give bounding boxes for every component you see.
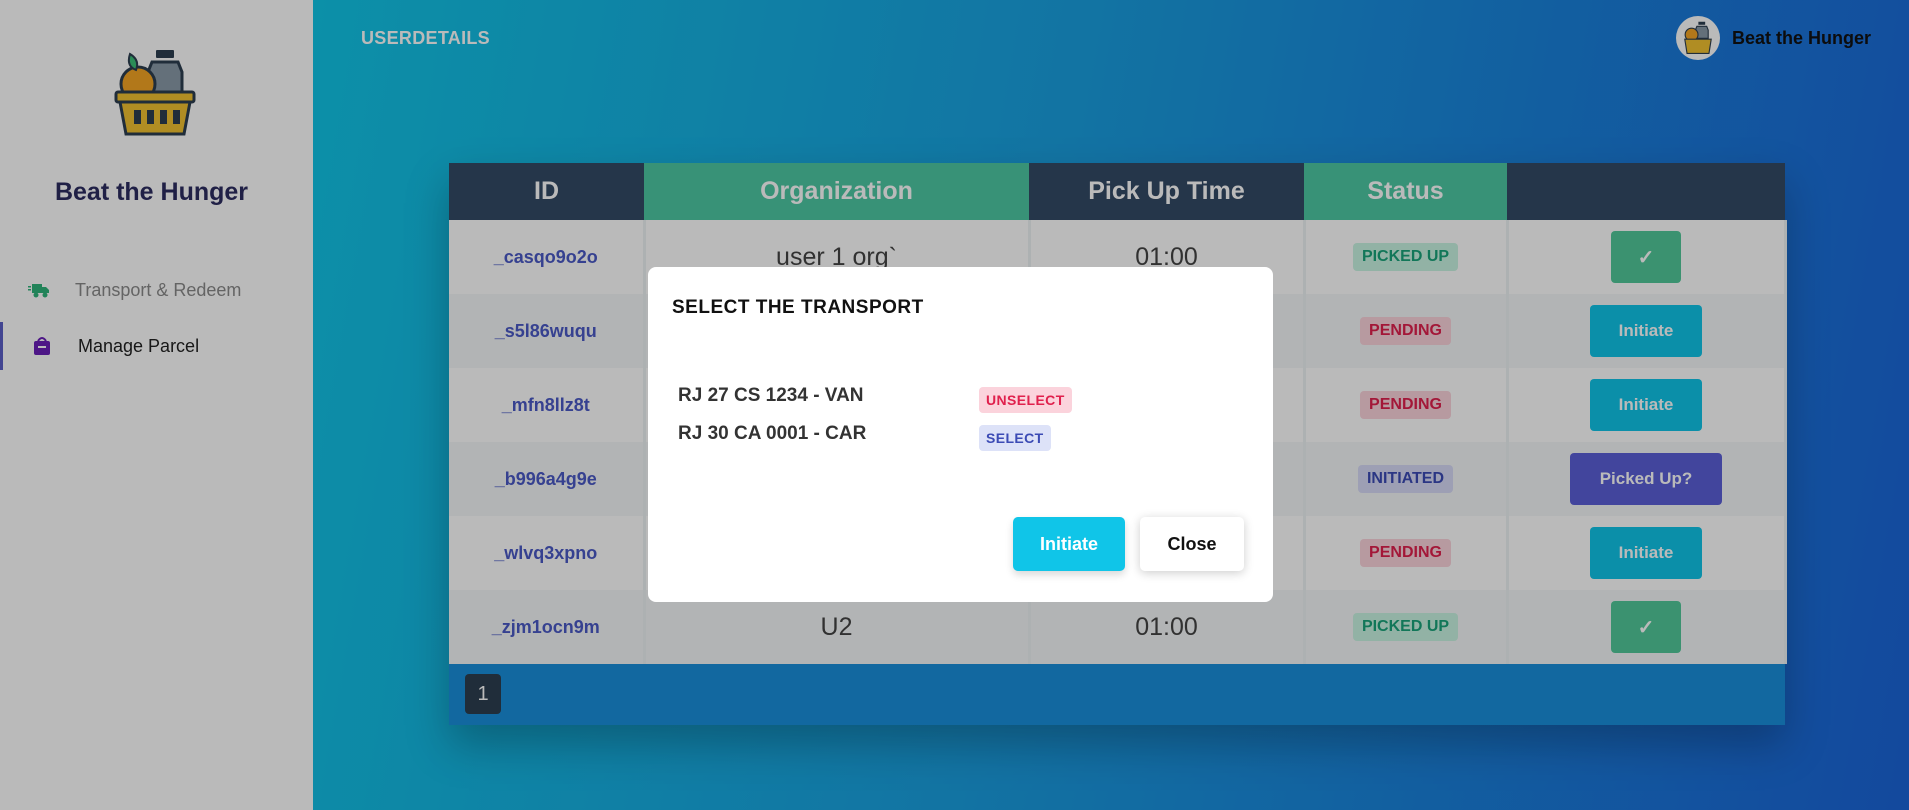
unselect-button[interactable]: UNSELECT [979, 387, 1072, 413]
select-button[interactable]: SELECT [979, 425, 1051, 451]
modal-close-button[interactable]: Close [1140, 517, 1244, 571]
transport-name: RJ 27 CS 1234 - VAN [678, 385, 864, 406]
modal-initiate-button[interactable]: Initiate [1013, 517, 1125, 571]
modal-title: SELECT THE TRANSPORT [672, 297, 924, 318]
transport-name: RJ 30 CA 0001 - CAR [678, 423, 867, 444]
transport-option: RJ 27 CS 1234 - VAN UNSELECT [678, 385, 1238, 415]
select-transport-modal: SELECT THE TRANSPORT RJ 27 CS 1234 - VAN… [648, 267, 1273, 602]
transport-option: RJ 30 CA 0001 - CAR SELECT [678, 423, 1238, 453]
